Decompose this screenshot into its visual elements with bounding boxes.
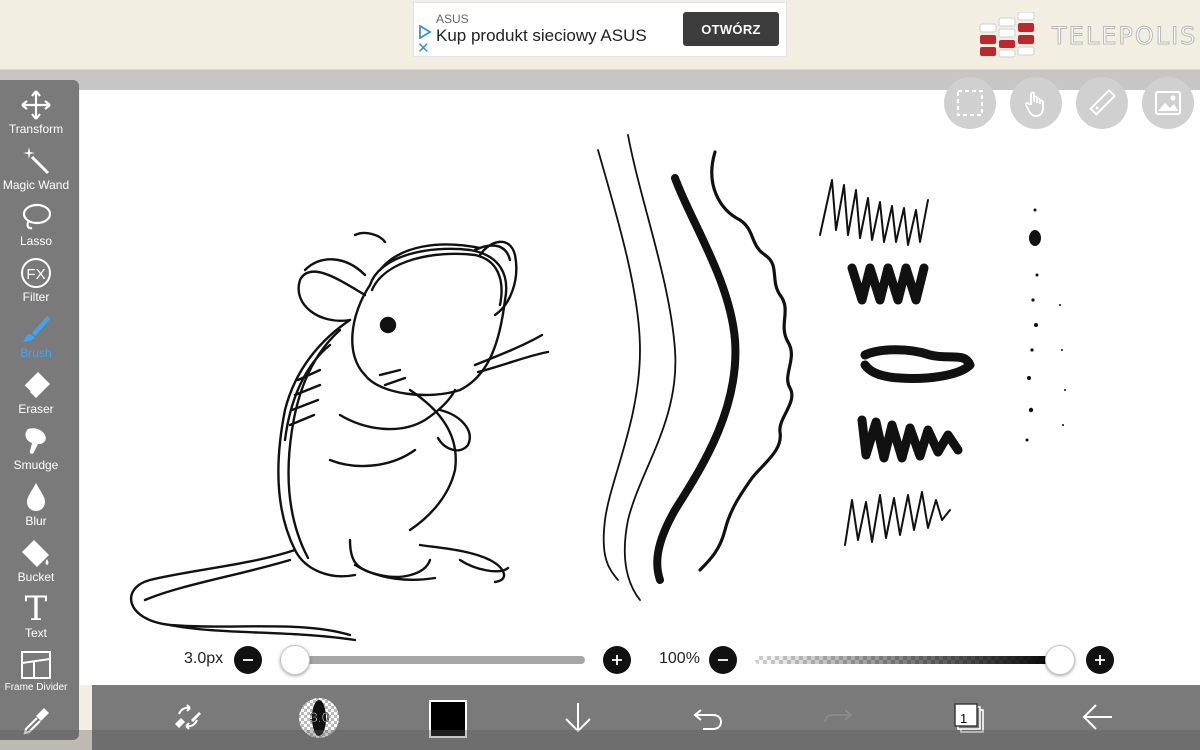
layer-count: 1 bbox=[960, 711, 968, 726]
top-ad-bar: ✕ ASUS Kup produkt sieciowy ASUS OTWÓRZ … bbox=[0, 0, 1200, 70]
minus-icon bbox=[718, 659, 728, 661]
ad-headline[interactable]: Kup produkt sieciowy ASUS bbox=[436, 26, 647, 46]
tool-frame-divider[interactable]: Frame Divider bbox=[0, 648, 72, 704]
tool-label: Frame Divider bbox=[4, 682, 68, 693]
tool-blur[interactable]: Blur bbox=[0, 480, 72, 536]
thick-stroke-sample bbox=[653, 174, 740, 584]
image-icon bbox=[1155, 91, 1181, 115]
brush-size-decrease-button[interactable] bbox=[234, 646, 262, 674]
brush-size-value: 3.0px bbox=[184, 650, 224, 667]
system-nav-strip bbox=[0, 730, 1200, 750]
tool-palette: Transform Magic Wand Lasso FX Filter Bru… bbox=[0, 80, 79, 740]
opacity-decrease-button[interactable] bbox=[709, 646, 737, 674]
tool-transform[interactable]: Transform bbox=[0, 88, 72, 144]
artwork bbox=[130, 134, 1066, 642]
bucket-icon bbox=[19, 536, 53, 570]
blur-icon bbox=[19, 480, 53, 514]
transform-icon bbox=[19, 88, 53, 122]
eraser-icon bbox=[19, 368, 53, 402]
ad-open-button[interactable]: OTWÓRZ bbox=[683, 12, 779, 46]
plus-icon bbox=[1095, 655, 1105, 665]
magic-wand-icon bbox=[19, 144, 53, 178]
tool-filter[interactable]: FX Filter bbox=[0, 256, 72, 312]
ruler-button[interactable] bbox=[1076, 77, 1128, 129]
tool-smudge[interactable]: Smudge bbox=[0, 424, 72, 480]
tool-bucket[interactable]: Bucket bbox=[0, 536, 72, 592]
tool-lasso[interactable]: Lasso bbox=[0, 200, 72, 256]
brush-size-badge: 3.0 bbox=[310, 709, 330, 726]
tool-label: Blur bbox=[25, 514, 47, 528]
smudge-icon bbox=[19, 424, 53, 458]
brush-icon bbox=[19, 312, 53, 346]
frame-divider-icon bbox=[19, 648, 53, 682]
redo-icon bbox=[824, 709, 853, 723]
minus-icon bbox=[243, 659, 253, 661]
image-button[interactable] bbox=[1142, 77, 1194, 129]
ad-play-icon bbox=[419, 25, 432, 39]
ad-close-icon[interactable]: ✕ bbox=[417, 41, 430, 56]
tool-text[interactable]: T Text bbox=[0, 592, 72, 648]
mouse-sketch bbox=[130, 231, 550, 642]
selection-button[interactable] bbox=[944, 77, 996, 129]
fx-icon: FX bbox=[19, 256, 53, 290]
arrow-down-icon bbox=[565, 703, 591, 733]
opacity-increase-button[interactable] bbox=[1086, 646, 1114, 674]
hand-tool-button[interactable] bbox=[1010, 77, 1062, 129]
telepolis-logo-mark bbox=[979, 12, 1035, 58]
tool-label: Magic Wand bbox=[2, 178, 70, 192]
text-icon: T bbox=[24, 589, 48, 629]
undo-icon bbox=[693, 709, 723, 730]
bold-scribble-samples bbox=[847, 263, 975, 463]
arrow-left-icon bbox=[1082, 704, 1112, 730]
swap-icon bbox=[175, 704, 201, 730]
tool-label: Filter bbox=[22, 290, 50, 304]
brush-size-increase-button[interactable] bbox=[603, 646, 631, 674]
ruler-icon bbox=[1089, 88, 1117, 116]
opacity-value: 100% bbox=[659, 650, 700, 667]
opacity-knob[interactable] bbox=[1045, 645, 1075, 675]
dot-samples bbox=[1025, 208, 1066, 442]
svg-text:FX: FX bbox=[26, 266, 45, 283]
brush-size-slider[interactable] bbox=[280, 656, 585, 664]
scribble-samples bbox=[819, 179, 951, 546]
tool-label: Smudge bbox=[13, 458, 59, 472]
wavy-stroke-sample bbox=[698, 150, 794, 572]
tool-label: Transform bbox=[8, 122, 64, 136]
tool-brush[interactable]: Brush bbox=[0, 312, 72, 368]
tool-label: Brush bbox=[20, 346, 52, 360]
telepolis-logo-text: TELEPOLIS bbox=[1051, 22, 1198, 51]
tool-label: Eraser bbox=[18, 402, 54, 416]
plus-icon bbox=[612, 655, 622, 665]
ad-banner[interactable]: ✕ ASUS Kup produkt sieciowy ASUS OTWÓRZ bbox=[413, 2, 787, 57]
tool-magic-wand[interactable]: Magic Wand bbox=[0, 144, 72, 200]
tool-label: Lasso bbox=[19, 234, 53, 248]
drawing-canvas[interactable] bbox=[80, 90, 1200, 685]
opacity-slider[interactable] bbox=[755, 656, 1060, 664]
selection-icon bbox=[957, 90, 983, 116]
brush-size-knob[interactable] bbox=[280, 645, 311, 675]
telepolis-logo[interactable]: TELEPOLIS bbox=[978, 12, 1196, 58]
lasso-icon bbox=[19, 200, 53, 234]
tool-label: Bucket bbox=[17, 570, 55, 584]
tool-eraser[interactable]: Eraser bbox=[0, 368, 72, 424]
tool-label: Text bbox=[24, 626, 47, 640]
ad-brand: ASUS bbox=[436, 12, 469, 26]
brush-settings-row: 3.0px 100% bbox=[80, 640, 1200, 680]
hand-icon bbox=[1024, 91, 1044, 117]
